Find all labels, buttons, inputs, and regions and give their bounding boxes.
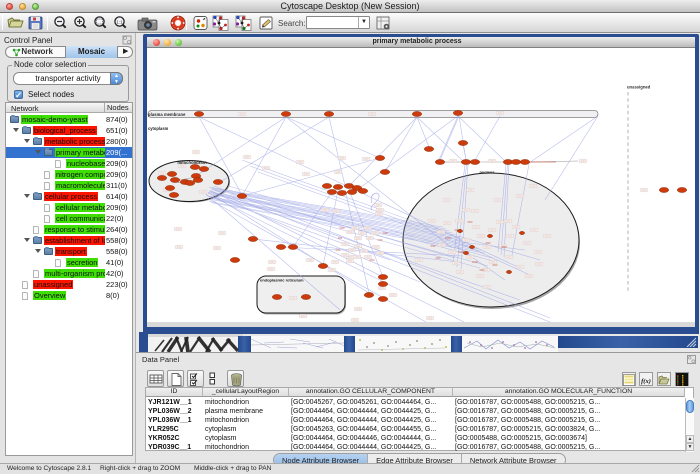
svg-text:unassigned: unassigned — [627, 85, 651, 90]
svg-text:1:1: 1:1 — [116, 20, 123, 25]
svg-text:plasma membrane: plasma membrane — [148, 112, 186, 117]
svg-text:nucleus: nucleus — [479, 170, 495, 175]
svg-text:mitochondrion: mitochondrion — [177, 160, 207, 165]
svg-text:f(x): f(x) — [641, 378, 651, 385]
svg-text:cytoplasm: cytoplasm — [148, 126, 169, 131]
svg-text:endoplasmic reticulum: endoplasmic reticulum — [260, 278, 304, 283]
